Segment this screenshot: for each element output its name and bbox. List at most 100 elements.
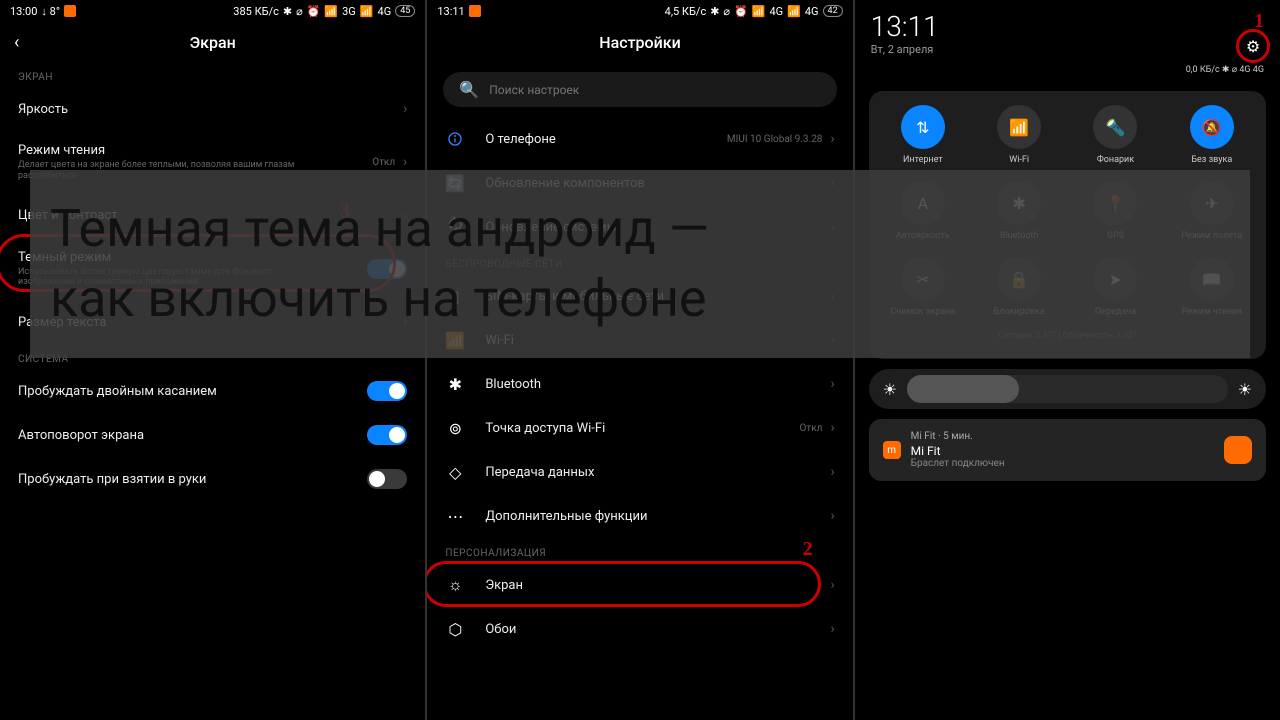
row-double-tap-wake[interactable]: Пробуждать двойным касанием — [0, 369, 425, 413]
chevron-right-icon: › — [830, 420, 834, 436]
row-label: Bluetooth — [485, 377, 830, 392]
qs-date: Вт, 2 апреля — [871, 43, 939, 56]
row-label: Режим чтения — [18, 143, 372, 158]
qs-status-meta: 0,0 КБ/с ✱ ⌀ 4G 4G — [1186, 65, 1264, 75]
slider-track[interactable] — [907, 375, 1228, 403]
qs-clock: 13:11 — [871, 10, 939, 43]
overlay-title-card: Темная тема на андроид — как включить на… — [30, 170, 1250, 358]
chevron-right-icon: › — [830, 508, 834, 524]
bluetooth-icon: ✱ — [283, 5, 292, 18]
notif-title: Mi Fit — [911, 444, 1214, 458]
chevron-right-icon: › — [403, 154, 407, 170]
info-icon — [445, 129, 465, 149]
page-title: Экран — [190, 33, 236, 52]
brightness-slider[interactable]: ☀ ☀ — [869, 369, 1266, 409]
notification-card[interactable]: m Mi Fit · 5 мин. Mi Fit Браслет подключ… — [869, 419, 1266, 481]
header: ‹ Экран — [0, 22, 425, 62]
signal-icon: 📶 — [360, 5, 374, 18]
hotspot-icon: ⊚ — [445, 418, 465, 438]
notif-app-icon: m — [883, 441, 901, 459]
row-label: О телефоне — [485, 132, 727, 147]
toggle[interactable] — [367, 425, 407, 445]
tile-label: Без звука — [1191, 155, 1232, 165]
chevron-right-icon: › — [830, 577, 834, 593]
back-button[interactable]: ‹ — [14, 32, 19, 53]
overlay-line-1: Темная тема на андроид — — [50, 194, 1230, 264]
row-hotspot[interactable]: ⊚ Точка доступа Wi-Fi Откл › — [427, 406, 852, 450]
notification-dot-icon — [469, 5, 481, 17]
row-raise-to-wake[interactable]: Пробуждать при взятии в руки — [0, 457, 425, 501]
net-label: 4G — [769, 5, 783, 18]
header: Настройки — [427, 22, 852, 62]
row-more[interactable]: ⋯ Дополнительные функции › — [427, 494, 852, 538]
status-bar: 13:11 4,5 КБ/с ✱ ⌀ ⏰ 📶 4G 📶 4G 42 — [427, 0, 852, 22]
row-label: Передача данных — [485, 465, 830, 480]
settings-gear-icon[interactable]: ⚙ — [1242, 35, 1264, 57]
row-bluetooth[interactable]: ✱ Bluetooth › — [427, 362, 852, 406]
row-auto-rotate[interactable]: Автоповорот экрана — [0, 413, 425, 457]
notif-action-icon[interactable] — [1224, 436, 1252, 464]
sun-icon: ☼ — [445, 575, 465, 595]
notification-dot-icon — [64, 5, 76, 17]
alarm-icon: ⏰ — [734, 5, 748, 18]
row-data-usage[interactable]: ◇ Передача данных › — [427, 450, 852, 494]
section-label-personalization: ПЕРСОНАЛИЗАЦИЯ — [427, 538, 852, 563]
overlay-line-2: как включить на телефоне — [50, 264, 1230, 334]
row-wallpaper[interactable]: ⬡ Обои › — [427, 607, 852, 651]
tile-bubble-icon: 📶 — [997, 105, 1041, 149]
panel-settings-root: 13:11 4,5 КБ/с ✱ ⌀ ⏰ 📶 4G 📶 4G 42 Настро… — [427, 0, 854, 720]
net-label: 4G — [378, 5, 392, 18]
status-bar: 13:00 ↓ 8° 385 КБ/с ✱ ⌀ ⏰ 📶 3G 📶 4G 45 — [0, 0, 425, 22]
tile-bubble-icon: 🔕 — [1190, 105, 1234, 149]
qs-tile-интернет[interactable]: ⇅ Интернет — [877, 105, 969, 165]
tile-label: Интернет — [903, 155, 943, 165]
panel-quick-settings: 13:11 Вт, 2 апреля 1 ⚙ 0,0 КБ/с ✱ ⌀ 4G 4… — [855, 0, 1280, 720]
row-brightness[interactable]: Яркость › — [0, 87, 425, 131]
row-label: Точка доступа Wi-Fi — [485, 421, 799, 436]
net-label: 4G — [805, 5, 819, 18]
more-icon: ⋯ — [445, 506, 465, 526]
wallpaper-icon: ⬡ — [445, 619, 465, 639]
qs-tile-wi-fi[interactable]: 📶 Wi-Fi — [973, 105, 1065, 165]
status-time: 13:11 — [437, 5, 464, 18]
section-label-screen: ЭКРАН — [0, 62, 425, 87]
dnd-icon: ⌀ — [296, 5, 303, 18]
row-value: Откл — [372, 157, 395, 168]
data-icon: ◇ — [445, 462, 465, 482]
annotation-2: 2 — [803, 538, 813, 561]
signal-icon: 📶 — [752, 5, 766, 18]
chevron-right-icon: › — [830, 621, 834, 637]
page-title: Настройки — [599, 33, 680, 52]
tile-bubble-icon: ⇅ — [901, 105, 945, 149]
battery-icon: 45 — [395, 5, 415, 17]
row-label: Обои — [485, 622, 830, 637]
row-about-phone[interactable]: О телефоне MIUI 10 Global 9.3.28 › — [427, 117, 852, 161]
toggle[interactable] — [367, 381, 407, 401]
chevron-right-icon: › — [830, 376, 834, 392]
row-screen[interactable]: ☼ Экран › — [427, 563, 852, 607]
row-label: Автоповорот экрана — [18, 428, 367, 443]
status-time: 13:00 — [10, 5, 37, 18]
tile-label: Фонарик — [1097, 155, 1134, 165]
signal-icon: 📶 — [787, 5, 801, 18]
tile-label: Wi-Fi — [1009, 155, 1029, 165]
row-label: Пробуждать двойным касанием — [18, 384, 367, 399]
row-value: MIUI 10 Global 9.3.28 — [727, 134, 823, 145]
row-value: Откл — [800, 423, 823, 434]
qs-tile-фонарик[interactable]: 🔦 Фонарик — [1069, 105, 1161, 165]
notif-subtext: Браслет подключен — [911, 458, 1214, 469]
net-label: 3G — [342, 5, 356, 18]
search-box[interactable]: 🔍 — [443, 72, 836, 107]
row-label: Пробуждать при взятии в руки — [18, 472, 367, 487]
brightness-high-icon: ☀ — [1238, 380, 1252, 399]
tile-bubble-icon: 🔦 — [1093, 105, 1137, 149]
brightness-low-icon: ☀ — [883, 380, 897, 399]
toggle[interactable] — [367, 469, 407, 489]
row-label: Яркость — [18, 102, 403, 117]
battery-icon: 42 — [823, 5, 843, 17]
qs-tile-без-звука[interactable]: 🔕 Без звука — [1166, 105, 1258, 165]
chevron-right-icon: › — [830, 464, 834, 480]
search-input[interactable] — [489, 83, 820, 97]
chevron-right-icon: › — [830, 131, 834, 147]
status-temp: ↓ 8° — [41, 5, 60, 18]
